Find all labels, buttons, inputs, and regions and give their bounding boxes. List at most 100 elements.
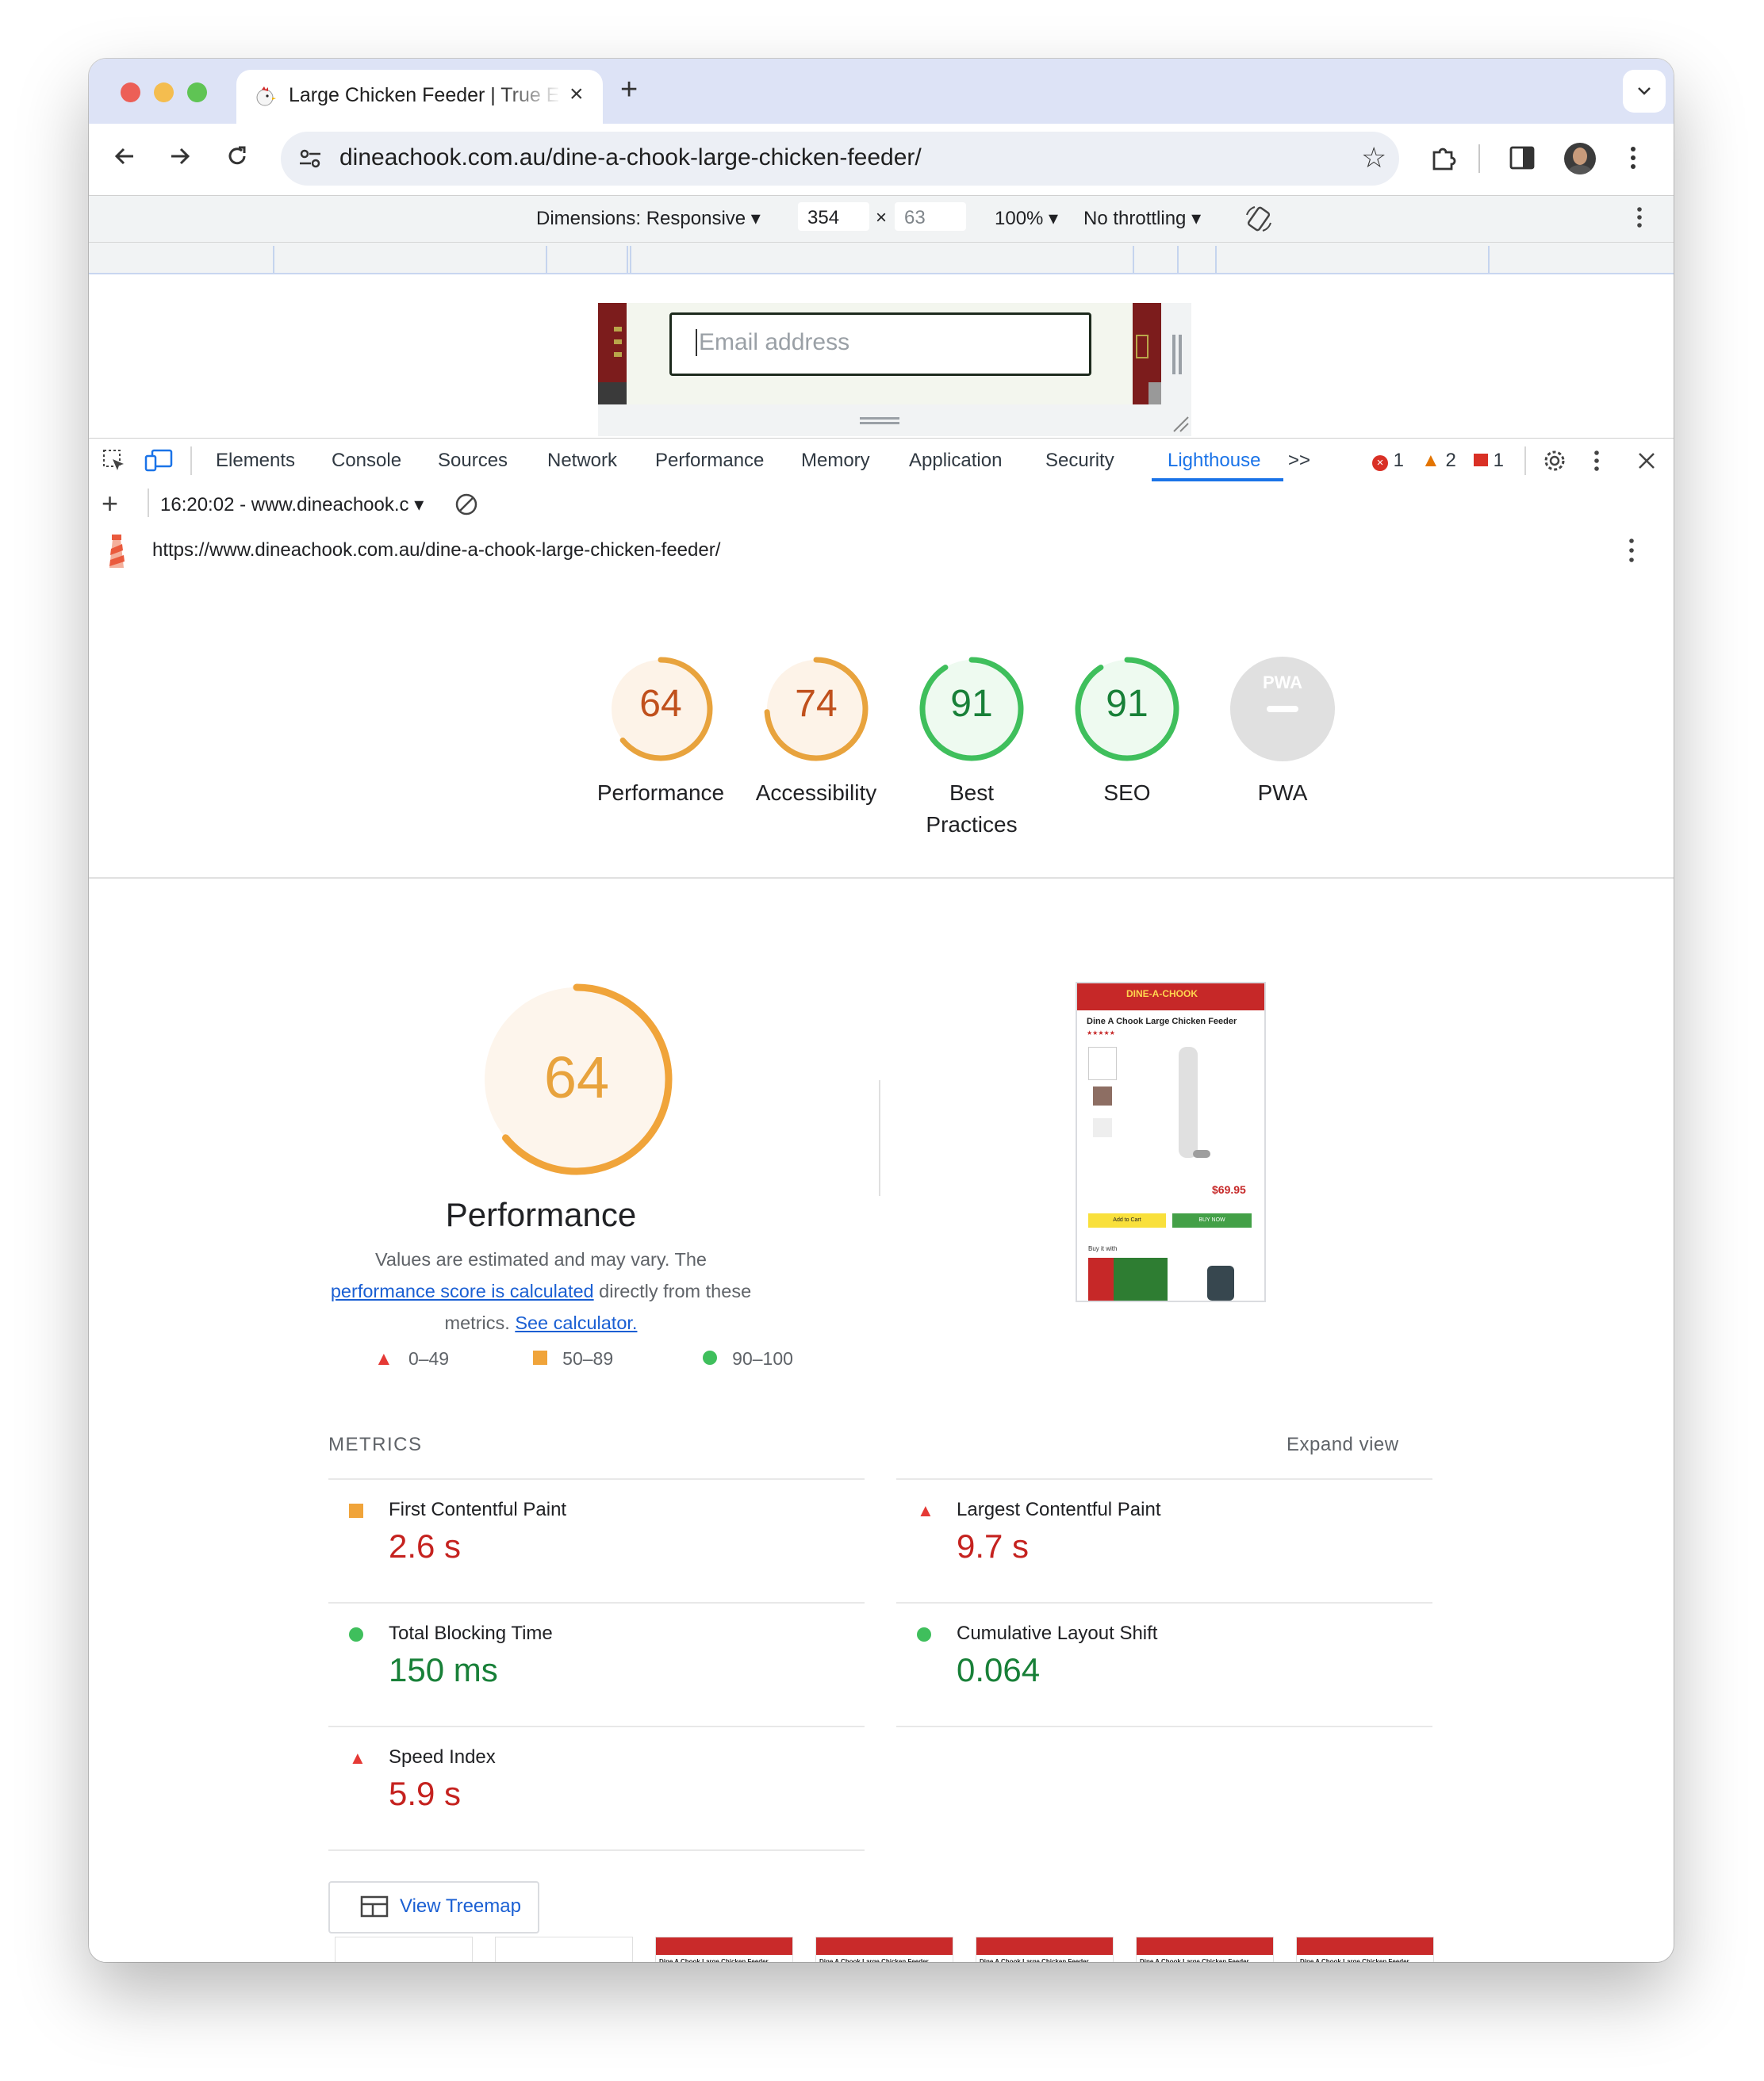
report-selector[interactable]: 16:20:02 - www.dineachook.c ▾ bbox=[160, 493, 424, 516]
device-toggle-icon[interactable] bbox=[144, 448, 173, 473]
legend-average: 50–89 bbox=[533, 1348, 613, 1370]
inspect-element-icon[interactable] bbox=[102, 448, 127, 473]
tab-performance[interactable]: Performance bbox=[655, 450, 764, 472]
device-toolbar: Dimensions: Responsive ▾ 354 × 63 100% ▾… bbox=[89, 196, 1674, 243]
metric-value: 5.9 s bbox=[389, 1775, 462, 1812]
bookmark-star-icon[interactable]: ☆ bbox=[1361, 141, 1386, 174]
warning-counter[interactable]: ▲ 2 bbox=[1421, 450, 1456, 472]
metrics-heading: METRICS bbox=[328, 1434, 423, 1455]
close-window-button[interactable] bbox=[121, 82, 140, 102]
score-gauge-pwa[interactable]: PWA bbox=[1229, 655, 1336, 763]
resize-handle-right[interactable] bbox=[1172, 335, 1175, 374]
page-content: Email address bbox=[598, 303, 1161, 404]
minimize-window-button[interactable] bbox=[154, 82, 174, 102]
preview-price: $69.95 bbox=[1212, 1183, 1246, 1196]
resize-corner-icon[interactable] bbox=[1171, 414, 1190, 433]
tab-search-button[interactable] bbox=[1623, 70, 1666, 113]
device-toolbar-menu-icon[interactable] bbox=[1636, 205, 1643, 229]
email-input[interactable]: Email address bbox=[669, 312, 1091, 376]
resize-handle-bottom[interactable] bbox=[860, 417, 899, 420]
devtools-menu-icon[interactable] bbox=[1593, 450, 1601, 472]
performance-description: Values are estimated and may vary. The p… bbox=[330, 1249, 752, 1333]
metric-value: 2.6 s bbox=[389, 1527, 462, 1565]
view-treemap-button[interactable]: View Treemap bbox=[328, 1881, 539, 1933]
filmstrip-frame bbox=[335, 1937, 473, 1962]
tab-elements[interactable]: Elements bbox=[216, 450, 295, 472]
reload-icon[interactable] bbox=[224, 143, 251, 170]
treemap-icon bbox=[360, 1895, 389, 1918]
error-counter[interactable]: × 1 bbox=[1372, 450, 1404, 472]
preview-feeder-image bbox=[1179, 1047, 1198, 1158]
devtools-tabbar: Elements Console Sources Network Perform… bbox=[89, 438, 1674, 484]
throttling-select[interactable]: No throttling ▾ bbox=[1083, 207, 1201, 230]
browser-tab[interactable]: Large Chicken Feeder | True E × bbox=[236, 70, 603, 124]
forward-icon[interactable] bbox=[167, 143, 194, 170]
new-tab-button[interactable]: + bbox=[620, 73, 638, 107]
preview-stars: ★★★★★ bbox=[1087, 1029, 1115, 1037]
dimensions-select[interactable]: Dimensions: Responsive ▾ bbox=[536, 207, 761, 230]
media-query-ruler[interactable] bbox=[89, 243, 1674, 274]
dimension-separator: × bbox=[876, 207, 888, 228]
tab-lighthouse[interactable]: Lighthouse bbox=[1168, 450, 1260, 472]
expand-view-toggle[interactable]: Expand view bbox=[1287, 1434, 1399, 1456]
browser-window: Large Chicken Feeder | True E × + dineac… bbox=[89, 59, 1674, 1962]
score-gauge-seo[interactable]: 91 bbox=[1073, 655, 1181, 763]
metric-value: 0.064 bbox=[957, 1651, 1041, 1688]
side-panel-icon[interactable] bbox=[1509, 144, 1536, 171]
metric-divider bbox=[328, 1726, 865, 1727]
address-bar[interactable]: dineachook.com.au/dine-a-chook-large-chi… bbox=[281, 132, 1399, 186]
filmstrip-title: Dine A Chook Large Chicken Feeder bbox=[980, 1958, 1089, 1962]
tab-console[interactable]: Console bbox=[332, 450, 401, 472]
zoom-select[interactable]: 100% ▾ bbox=[995, 207, 1058, 230]
width-input[interactable]: 354 bbox=[798, 202, 869, 231]
more-tabs-button[interactable]: >> bbox=[1288, 450, 1310, 472]
score-gauge-performance[interactable]: 64 bbox=[607, 655, 715, 763]
score-value: 91 bbox=[1106, 683, 1149, 725]
filmstrip-title: Dine A Chook Large Chicken Feeder bbox=[819, 1958, 929, 1962]
tab-application[interactable]: Application bbox=[909, 450, 1002, 472]
metric-divider bbox=[328, 1478, 865, 1480]
filmstrip-title: Dine A Chook Large Chicken Feeder bbox=[1140, 1958, 1249, 1962]
lighthouse-logo-icon bbox=[109, 535, 125, 568]
site-info-icon[interactable] bbox=[298, 148, 322, 170]
tab-sources[interactable]: Sources bbox=[438, 450, 508, 472]
back-icon[interactable] bbox=[111, 143, 138, 170]
metric-divider bbox=[896, 1478, 1432, 1480]
close-devtools-icon[interactable] bbox=[1637, 451, 1656, 470]
email-placeholder: Email address bbox=[699, 329, 850, 355]
score-value: 74 bbox=[795, 683, 838, 725]
profile-avatar[interactable] bbox=[1564, 143, 1596, 174]
metric-divider bbox=[896, 1602, 1432, 1604]
lighthouse-report: 64 Performance 74 Accessibility 91 Best Practi… bbox=[89, 576, 1674, 1962]
report-menu-icon[interactable] bbox=[1628, 538, 1636, 563]
metric-name: First Contentful Paint bbox=[389, 1499, 567, 1520]
extensions-icon[interactable] bbox=[1429, 144, 1458, 173]
legend-pass: 90–100 bbox=[703, 1348, 793, 1370]
score-value: 91 bbox=[950, 683, 993, 725]
score-value: PWA bbox=[1262, 673, 1303, 692]
see-calculator-link[interactable]: See calculator. bbox=[515, 1313, 637, 1333]
rotate-icon[interactable] bbox=[1244, 204, 1274, 234]
score-label: Best Practices bbox=[926, 780, 1018, 837]
final-screenshot[interactable]: DINE-A-CHOOK Dine A Chook Large Chicken … bbox=[1076, 982, 1266, 1302]
filmstrip-title: Dine A Chook Large Chicken Feeder bbox=[1300, 1958, 1409, 1962]
tab-security[interactable]: Security bbox=[1045, 450, 1114, 472]
average-square-icon bbox=[533, 1351, 547, 1365]
maximize-window-button[interactable] bbox=[187, 82, 207, 102]
clear-reports-icon[interactable] bbox=[454, 492, 479, 517]
score-gauge-best-practices[interactable]: 91 bbox=[918, 655, 1026, 763]
browser-menu-icon[interactable] bbox=[1629, 144, 1637, 171]
score-gauge-accessibility[interactable]: 74 bbox=[762, 655, 870, 763]
tab-memory[interactable]: Memory bbox=[801, 450, 870, 472]
new-report-button[interactable]: + bbox=[102, 487, 118, 520]
issues-counter[interactable]: 1 bbox=[1474, 450, 1504, 472]
metric-divider bbox=[328, 1849, 865, 1851]
filmstrip-title: Dine A Chook Large Chicken Feeder bbox=[659, 1958, 769, 1962]
metric-name: Total Blocking Time bbox=[389, 1623, 553, 1644]
tab-network[interactable]: Network bbox=[547, 450, 617, 472]
metric-name: Largest Contentful Paint bbox=[957, 1499, 1161, 1520]
close-tab-icon[interactable]: × bbox=[569, 81, 584, 108]
height-input[interactable]: 63 bbox=[895, 202, 966, 231]
settings-gear-icon[interactable] bbox=[1542, 448, 1567, 473]
performance-score-link[interactable]: performance score is calculated bbox=[331, 1281, 594, 1301]
